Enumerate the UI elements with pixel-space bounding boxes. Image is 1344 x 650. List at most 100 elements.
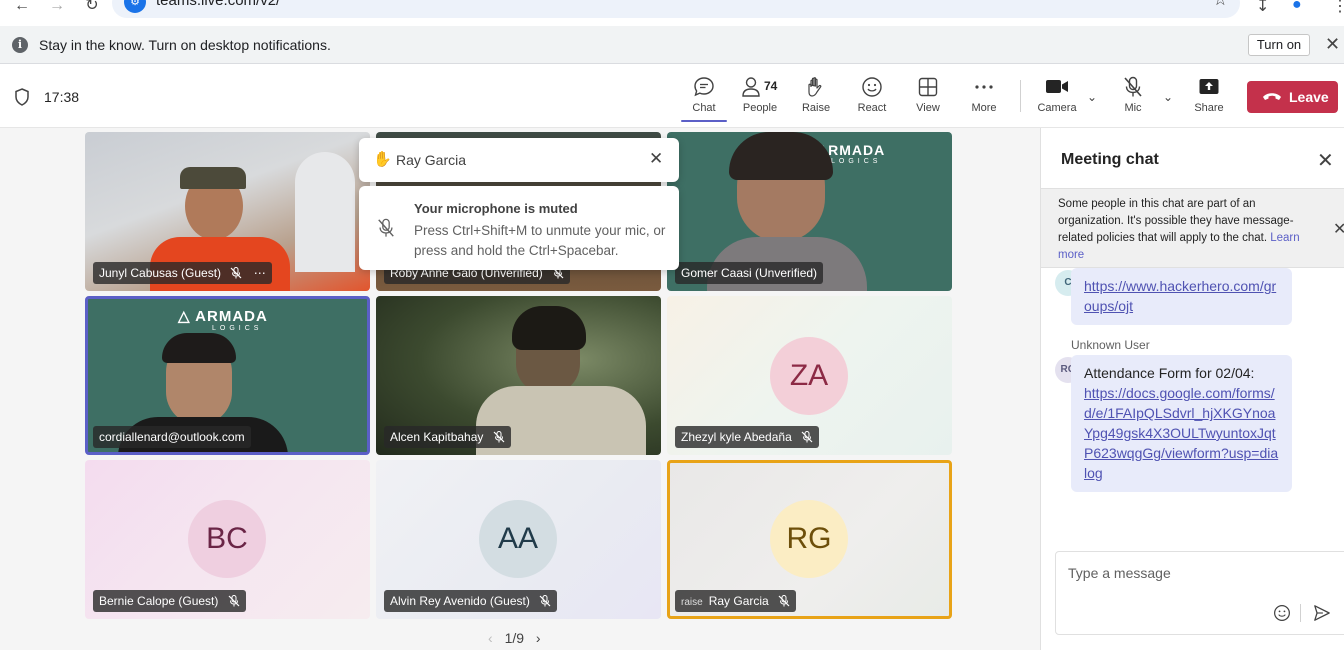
toolbar-divider [1020, 80, 1021, 112]
participant-name-tag: cordiallenard@outlook.com [93, 426, 251, 448]
mic-off-icon [539, 595, 551, 607]
participant-name-tag: raise Ray Garcia [675, 590, 797, 612]
participant-name: Ray Garcia [708, 594, 769, 608]
browser-menu-icon[interactable]: ⋮ [1332, 0, 1344, 16]
participant-name-tag: Gomer Caasi (Unverified) [675, 262, 824, 284]
participant-tile[interactable]: AA Alvin Rey Avenido (Guest) [376, 460, 661, 619]
chat-button[interactable]: Chat [676, 76, 732, 122]
emoji-icon [862, 77, 882, 97]
participant-name: Gomer Caasi (Unverified) [681, 266, 818, 280]
mic-label: Mic [1124, 102, 1142, 114]
site-info-icon[interactable]: ⚙ [124, 0, 146, 13]
page-indicator: 1/9 [504, 630, 525, 646]
url-text: teams.live.com/v2/ [156, 0, 281, 9]
close-icon[interactable]: ✕ [1333, 219, 1344, 239]
camera-label: Camera [1037, 102, 1077, 114]
people-label: People [742, 102, 778, 114]
share-icon [1199, 79, 1219, 94]
turn-on-button[interactable]: Turn on [1248, 34, 1310, 56]
notification-bar: i Stay in the know. Turn on desktop noti… [0, 26, 1344, 64]
message-link[interactable]: https://www.hackerhero.com/groups/ojt [1084, 278, 1276, 314]
prev-page-icon[interactable]: ‹ [488, 630, 493, 646]
people-count: 74 [764, 79, 778, 93]
raise-label: Raise [801, 102, 831, 114]
participant-name-tag: Junyl Cabusas (Guest) ⋯ [93, 262, 272, 284]
shield-icon [15, 88, 29, 106]
mic-off-icon [228, 595, 240, 607]
compose-box[interactable]: Type a message [1055, 551, 1344, 635]
close-icon[interactable]: ✕ [1325, 34, 1340, 55]
grid-icon [918, 77, 938, 97]
forward-icon[interactable]: → [47, 0, 67, 16]
chat-icon [694, 77, 714, 97]
hang-up-icon [1263, 93, 1281, 100]
camera-icon [1046, 80, 1068, 93]
mic-off-icon [801, 431, 813, 443]
leave-label: Leave [1289, 89, 1329, 105]
muted-title: Your microphone is muted [414, 201, 578, 216]
react-label: React [857, 102, 887, 114]
pagination: ‹ 1/9 › [488, 630, 541, 646]
participant-name: cordiallenard@outlook.com [99, 430, 245, 444]
mic-options-chevron-icon[interactable]: ⌄ [1163, 90, 1173, 104]
download-icon[interactable]: ↧ [1256, 0, 1269, 16]
info-icon: i [12, 37, 28, 53]
profile-icon[interactable]: ● [1292, 0, 1302, 14]
address-bar[interactable]: ⚙ teams.live.com/v2/ ☆ [112, 0, 1240, 18]
react-button[interactable]: React [844, 76, 900, 122]
emoji-icon[interactable] [1273, 604, 1291, 622]
message-sender: Unknown User [1071, 338, 1150, 352]
mic-off-icon [378, 218, 394, 237]
mic-off-icon [778, 595, 790, 607]
participant-name: Junyl Cabusas (Guest) [99, 266, 222, 280]
raise-hand-button[interactable]: Raise [788, 76, 844, 122]
company-logo: △ ARMADA LOGICS [178, 308, 268, 332]
participant-name: Alvin Rey Avenido (Guest) [390, 594, 530, 608]
people-button[interactable]: 74 People [732, 76, 788, 122]
send-icon[interactable] [1313, 604, 1331, 622]
participant-name-tag: Alcen Kapitbahay [384, 426, 511, 448]
mic-button[interactable]: Mic [1105, 76, 1161, 122]
video-tile-active-speaker[interactable]: △ ARMADA LOGICS cordiallenard@outlook.com [85, 296, 370, 455]
reload-icon[interactable]: ↻ [82, 0, 102, 16]
close-icon[interactable]: ✕ [649, 149, 663, 169]
raised-hand-icon: ✋ [373, 151, 392, 168]
message-link[interactable]: https://docs.google.com/forms/d/e/1FAIpQ… [1084, 385, 1278, 481]
share-button[interactable]: Share [1181, 76, 1237, 122]
bookmark-star-icon[interactable]: ☆ [1213, 0, 1228, 10]
more-button[interactable]: More [956, 76, 1012, 122]
chat-message: Attendance Form for 02/04: https://docs.… [1071, 355, 1292, 492]
back-icon[interactable]: ← [12, 0, 32, 16]
people-icon [742, 77, 760, 97]
video-tile[interactable]: Junyl Cabusas (Guest) ⋯ [85, 132, 370, 291]
policy-text: Some people in this chat are part of an … [1058, 198, 1300, 261]
meeting-chat-panel: Meeting chat ✕ Some people in this chat … [1040, 128, 1344, 650]
participant-name: Bernie Calope (Guest) [99, 594, 219, 608]
participant-tile[interactable]: ZA Zhezyl kyle Abedaña [667, 296, 952, 455]
participant-tile-raised-hand[interactable]: RG raise Ray Garcia [667, 460, 952, 619]
participant-name: Alcen Kapitbahay [390, 430, 484, 444]
view-label: View [916, 102, 940, 114]
more-options-icon[interactable]: ⋯ [254, 266, 266, 280]
chat-message: https://www.hackerhero.com/groups/ojt [1071, 268, 1292, 325]
next-page-icon[interactable]: › [536, 630, 541, 646]
leave-button[interactable]: Leave [1247, 81, 1338, 113]
message-text: Attendance Form for 02/04: [1084, 365, 1255, 381]
camera-button[interactable]: Camera [1029, 76, 1085, 122]
participant-tile[interactable]: BC Bernie Calope (Guest) [85, 460, 370, 619]
video-tile[interactable]: ARMADA LOGICS Gomer Caasi (Unverified) [667, 132, 952, 291]
active-tab-indicator [681, 120, 727, 122]
close-icon[interactable]: ✕ [1317, 148, 1334, 173]
camera-options-chevron-icon[interactable]: ⌄ [1087, 90, 1097, 104]
video-tile[interactable]: Alcen Kapitbahay [376, 296, 661, 455]
message-input[interactable]: Type a message [1068, 565, 1171, 581]
raised-hand-notification: ✋ Ray Garcia ✕ [359, 138, 679, 182]
participant-name: Zhezyl kyle Abedaña [681, 430, 792, 444]
participant-name-tag: Zhezyl kyle Abedaña [675, 426, 820, 448]
participant-name-tag: Bernie Calope (Guest) [93, 590, 246, 612]
avatar: AA [479, 500, 557, 578]
hand-icon [808, 77, 822, 97]
mic-off-icon [1124, 76, 1142, 97]
view-button[interactable]: View [900, 76, 956, 122]
chat-panel-title: Meeting chat [1061, 151, 1159, 168]
